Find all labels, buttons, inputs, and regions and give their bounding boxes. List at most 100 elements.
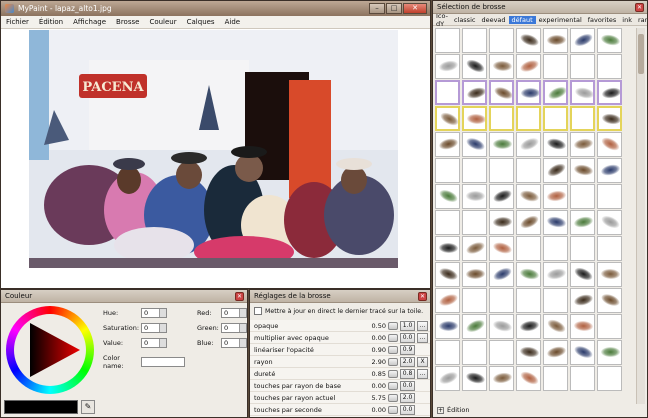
brush-preset-cell[interactable] [435,288,460,313]
color-wheel[interactable] [6,306,94,394]
brush-preset-cell[interactable] [489,288,514,313]
brush-preset-cell[interactable] [597,184,622,209]
brush-preset-cell[interactable] [516,80,541,105]
brush-preset-cell[interactable] [543,236,568,261]
green-input[interactable]: 0 [221,323,247,333]
brush-preset-cell[interactable] [516,28,541,53]
brush-preset-cell[interactable] [570,158,595,183]
setting-reset-button[interactable]: 0.0 [400,380,415,391]
brush-edit-expander[interactable]: + Édition [437,406,470,414]
brush-preset-cell[interactable] [543,262,568,287]
close-button[interactable]: ✕ [403,3,427,14]
setting-slider[interactable] [388,321,398,330]
brush-preset-cell[interactable] [516,184,541,209]
brush-preset-cell[interactable] [597,366,622,391]
brush-preset-cell[interactable] [516,106,541,131]
brush-preset-cell[interactable] [462,106,487,131]
brush-preset-cell[interactable] [435,54,460,79]
brush-preset-cell[interactable] [462,314,487,339]
eyedropper-button[interactable]: ✎ [81,400,95,414]
brush-settings-close-icon[interactable]: ✕ [418,292,427,301]
brush-preset-cell[interactable] [489,132,514,157]
brush-preset-cell[interactable] [597,288,622,313]
brush-preset-cell[interactable] [543,366,568,391]
brush-preset-cell[interactable] [462,158,487,183]
live-update-checkbox[interactable] [254,307,262,315]
color-name-input[interactable] [141,357,185,367]
brush-preset-cell[interactable] [570,366,595,391]
brush-preset-cell[interactable] [489,106,514,131]
menu-affichage[interactable]: Affichage [68,18,111,26]
brush-preset-cell[interactable] [516,262,541,287]
tab-classic[interactable]: classic [451,16,479,24]
brush-preset-cell[interactable] [516,288,541,313]
brush-preset-cell[interactable] [435,236,460,261]
tab-ramon[interactable]: ramòn [635,16,647,24]
brush-preset-cell[interactable] [435,132,460,157]
brush-preset-cell[interactable] [489,314,514,339]
menu-brosse[interactable]: Brosse [111,18,144,26]
brush-preset-cell[interactable] [570,184,595,209]
setting-slider[interactable] [388,405,398,414]
brush-preset-cell[interactable] [435,158,460,183]
brush-preset-cell[interactable] [543,314,568,339]
brush-preset-cell[interactable] [516,54,541,79]
brush-preset-cell[interactable] [489,236,514,261]
setting-reset-button[interactable]: 0.0 [400,404,415,415]
brush-preset-cell[interactable] [489,158,514,183]
brush-preset-cell[interactable] [543,106,568,131]
brush-preset-cell[interactable] [597,314,622,339]
setting-more-button[interactable]: X [417,356,428,367]
brush-preset-cell[interactable] [489,262,514,287]
setting-more-button[interactable]: ... [417,320,428,331]
brush-preset-cell[interactable] [543,54,568,79]
brush-selection-close-icon[interactable]: ✕ [635,3,644,12]
brush-preset-cell[interactable] [462,288,487,313]
setting-slider[interactable] [388,393,398,402]
brush-preset-cell[interactable] [597,106,622,131]
menu-aide[interactable]: Aide [220,18,245,26]
brush-preset-cell[interactable] [570,80,595,105]
brush-preset-cell[interactable] [543,340,568,365]
setting-reset-button[interactable]: 0.0 [400,332,415,343]
brush-preset-cell[interactable] [597,236,622,261]
brush-preset-cell[interactable] [435,106,460,131]
brush-preset-cell[interactable] [435,314,460,339]
setting-slider[interactable] [388,369,398,378]
brush-preset-cell[interactable] [435,262,460,287]
brush-preset-cell[interactable] [570,288,595,313]
setting-slider[interactable] [388,333,398,342]
brush-preset-cell[interactable] [462,54,487,79]
brush-preset-cell[interactable] [462,366,487,391]
brush-preset-cell[interactable] [543,288,568,313]
setting-reset-button[interactable]: 0.8 [400,368,415,379]
brush-preset-cell[interactable] [516,210,541,235]
brush-preset-cell[interactable] [543,210,568,235]
brush-preset-cell[interactable] [489,210,514,235]
setting-slider[interactable] [388,357,398,366]
setting-more-button[interactable]: ... [417,332,428,343]
hue-input[interactable]: 0 [141,308,167,318]
brush-preset-cell[interactable] [597,80,622,105]
brush-preset-cell[interactable] [570,132,595,157]
tab-ink[interactable]: ink [619,16,635,24]
brush-preset-cell[interactable] [543,80,568,105]
maximize-button[interactable]: □ [386,3,402,14]
setting-more-button[interactable]: ... [417,368,428,379]
menu-calques[interactable]: Calques [182,18,220,26]
menu-edition[interactable]: Édition [34,18,68,26]
brush-preset-cell[interactable] [516,340,541,365]
setting-reset-button[interactable]: 2.0 [400,392,415,403]
brush-preset-cell[interactable] [570,210,595,235]
brush-preset-cell[interactable] [462,340,487,365]
brush-preset-cell[interactable] [597,54,622,79]
color-panel-close-icon[interactable]: ✕ [235,292,244,301]
brush-preset-cell[interactable] [516,158,541,183]
brush-preset-cell[interactable] [543,132,568,157]
brush-preset-cell[interactable] [489,366,514,391]
setting-reset-button[interactable]: 0.9 [400,344,415,355]
brush-preset-cell[interactable] [435,210,460,235]
minimize-button[interactable]: – [369,3,385,14]
brush-preset-cell[interactable] [516,132,541,157]
menu-couleur[interactable]: Couleur [144,18,181,26]
